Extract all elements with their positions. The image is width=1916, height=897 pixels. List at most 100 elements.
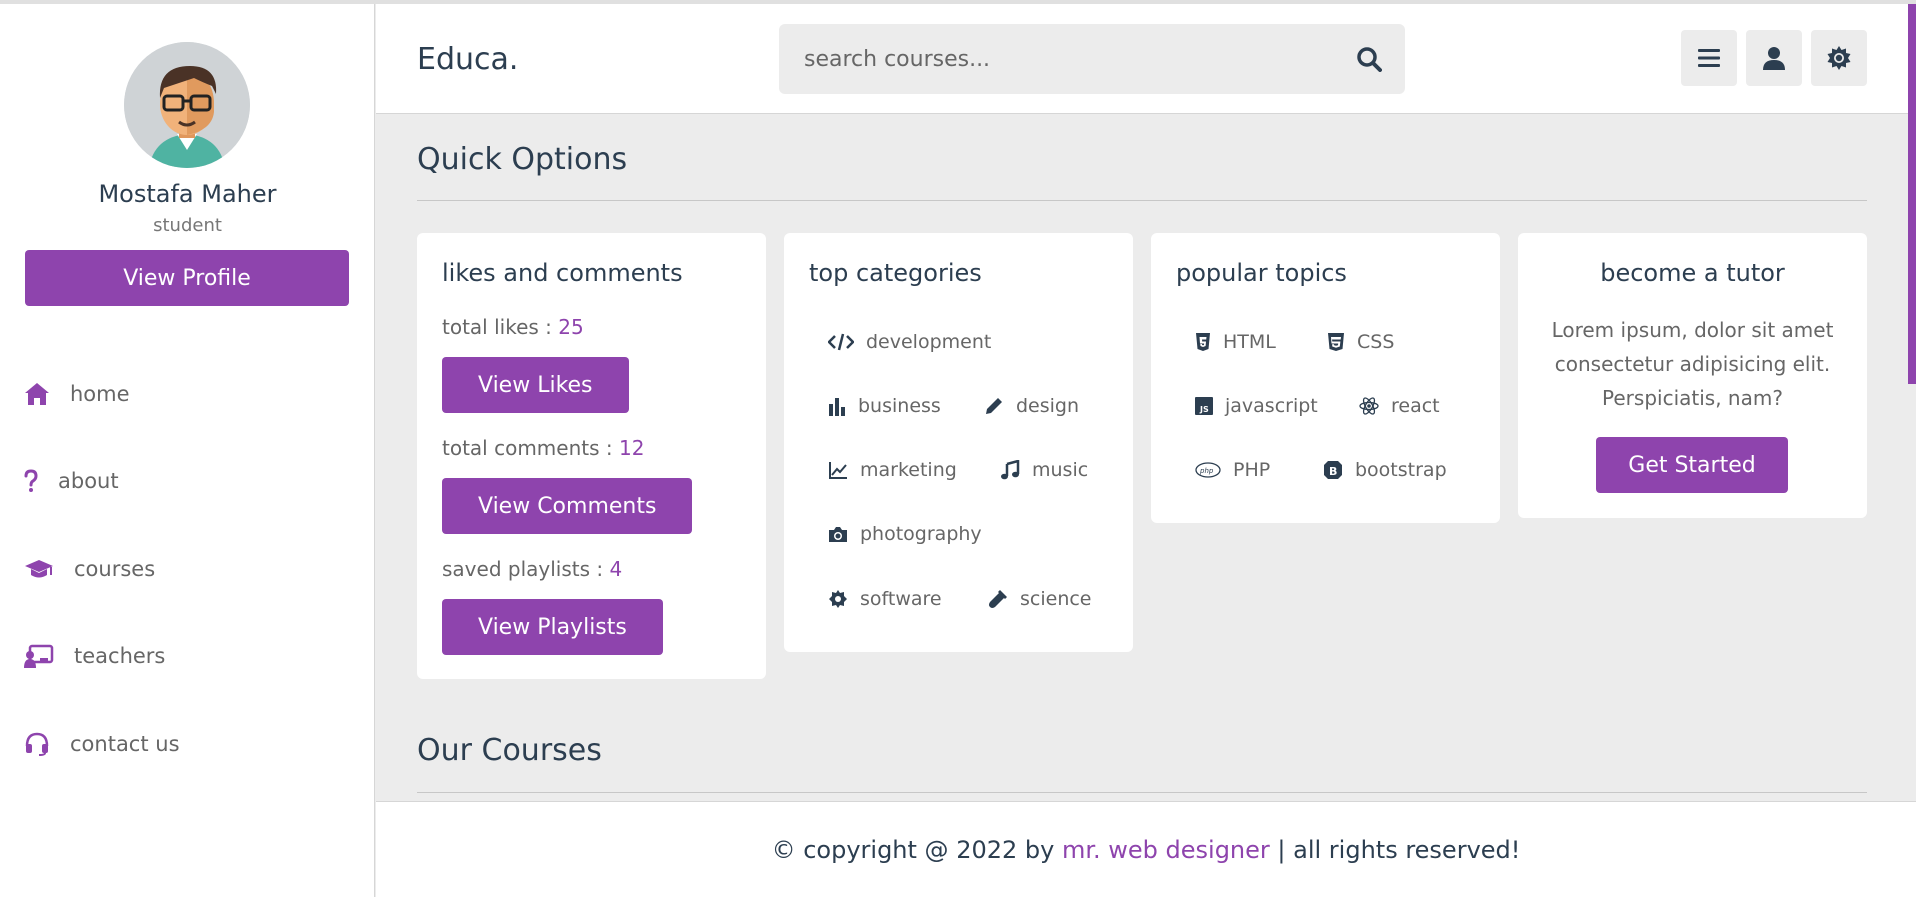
camera-icon [829,527,847,542]
topic-bootstrap[interactable]: B bootstrap [1323,459,1447,481]
category-development[interactable]: development [828,331,991,353]
tutor-description: Lorem ipsum, dolor sit amet consectetur … [1551,318,1834,410]
category-label: music [1032,459,1089,481]
nav-item-home[interactable]: home [24,374,130,414]
footer: © copyright @ 2022 by mr. web designer |… [376,801,1916,897]
category-label: business [858,395,941,417]
saved-playlists-stat: saved playlists : 4 [442,557,622,581]
category-music[interactable]: music [1000,459,1088,481]
vial-icon [989,590,1007,608]
user-button[interactable] [1746,30,1802,86]
nav-item-about[interactable]: about [24,461,119,501]
section-divider [417,792,1867,793]
view-comments-button[interactable]: View Comments [442,478,693,534]
category-label: science [1020,588,1092,610]
category-business[interactable]: business [828,395,941,417]
category-label: design [1016,395,1080,417]
nav-item-courses[interactable]: courses [24,549,155,589]
likes-comments-card: likes and comments total likes : 25 View… [417,233,766,679]
nav-item-teachers[interactable]: teachers [24,636,165,676]
card-title: top categories [809,259,982,287]
card-title: likes and comments [442,259,683,287]
get-started-button[interactable]: Get Started [1596,437,1788,493]
category-science[interactable]: science [988,588,1092,610]
topic-label: CSS [1357,331,1395,353]
stat-value: 25 [558,315,584,339]
category-marketing[interactable]: marketing [828,459,957,481]
nav-label: courses [74,557,156,581]
sun-icon [1827,46,1851,70]
cog-icon [829,590,847,608]
music-icon [1001,460,1020,480]
chalkboard-teacher-icon [24,644,54,668]
category-label: software [860,588,942,610]
bootstrap-icon: B [1324,461,1342,479]
total-likes-stat: total likes : 25 [442,315,584,339]
category-label: marketing [860,459,957,481]
view-playlists-button[interactable]: View Playlists [442,599,663,655]
user-role: student [153,215,222,236]
avatar-illustration [124,42,250,168]
section-title-our-courses: Our Courses [417,733,602,768]
chart-bar-icon [829,398,845,416]
headset-icon [25,732,49,756]
category-photography[interactable]: photography [828,523,982,545]
nav-label: home [70,382,130,406]
topic-css[interactable]: CSS [1327,331,1394,353]
theme-toggle-button[interactable] [1811,30,1867,86]
search-icon [1357,47,1382,72]
topic-react[interactable]: react [1359,395,1440,417]
total-comments-stat: total comments : 12 [442,436,644,460]
search-button[interactable] [1333,24,1405,94]
stat-value: 12 [618,436,645,460]
topic-label: HTML [1223,331,1276,353]
category-design[interactable]: design [984,395,1079,417]
pen-icon [986,398,1002,414]
nav-label: teachers [74,644,166,668]
card-title: popular topics [1176,259,1347,287]
svg-text:B: B [1329,465,1337,478]
svg-text:php: php [1199,467,1214,475]
top-categories-card: top categories development business desi… [784,233,1133,652]
become-tutor-card: become a tutor Lorem ipsum, dolor sit am… [1518,233,1867,518]
search-form [779,24,1405,94]
topic-php[interactable]: php PHP [1195,459,1270,481]
user-icon [1763,47,1785,70]
copyright-text: © copyright @ 2022 by mr. web designer |… [376,836,1916,864]
topic-html[interactable]: HTML [1195,331,1276,353]
header: Educa. [376,4,1916,114]
nav-label: contact us [70,732,180,756]
search-input[interactable] [779,24,1333,94]
logo[interactable]: Educa. [417,42,518,77]
view-profile-button[interactable]: View Profile [25,250,349,306]
topic-label: react [1391,395,1440,417]
home-icon [25,383,49,405]
section-title-quick-options: Quick Options [417,142,628,177]
php-icon: php [1195,462,1221,478]
category-label: development [866,331,992,353]
stat-label: saved playlists : [442,557,610,581]
menu-button[interactable] [1681,30,1737,86]
chart-line-icon [829,462,847,479]
js-icon: JS [1195,397,1213,415]
copyright-prefix: © copyright @ 2022 by [771,836,1062,864]
topic-label: javascript [1225,395,1318,417]
react-icon [1359,397,1379,415]
category-label: photography [860,523,982,545]
card-title: become a tutor [1600,259,1785,287]
scrollbar-thumb[interactable] [1908,4,1916,384]
css3-icon [1328,333,1344,351]
stat-value: 4 [609,557,623,581]
sidebar: Mostafa Maher student View Profile home … [0,4,375,897]
avatar[interactable] [124,42,250,168]
author-link[interactable]: mr. web designer [1062,836,1270,864]
graduation-cap-icon [25,560,53,578]
view-likes-button[interactable]: View Likes [442,357,629,413]
topic-label: PHP [1233,459,1271,481]
question-icon [24,469,38,492]
nav-item-contact[interactable]: contact us [24,724,180,764]
section-divider [417,200,1867,201]
nav-label: about [58,469,119,493]
topic-javascript[interactable]: JS javascript [1195,395,1318,417]
category-software[interactable]: software [828,588,942,610]
